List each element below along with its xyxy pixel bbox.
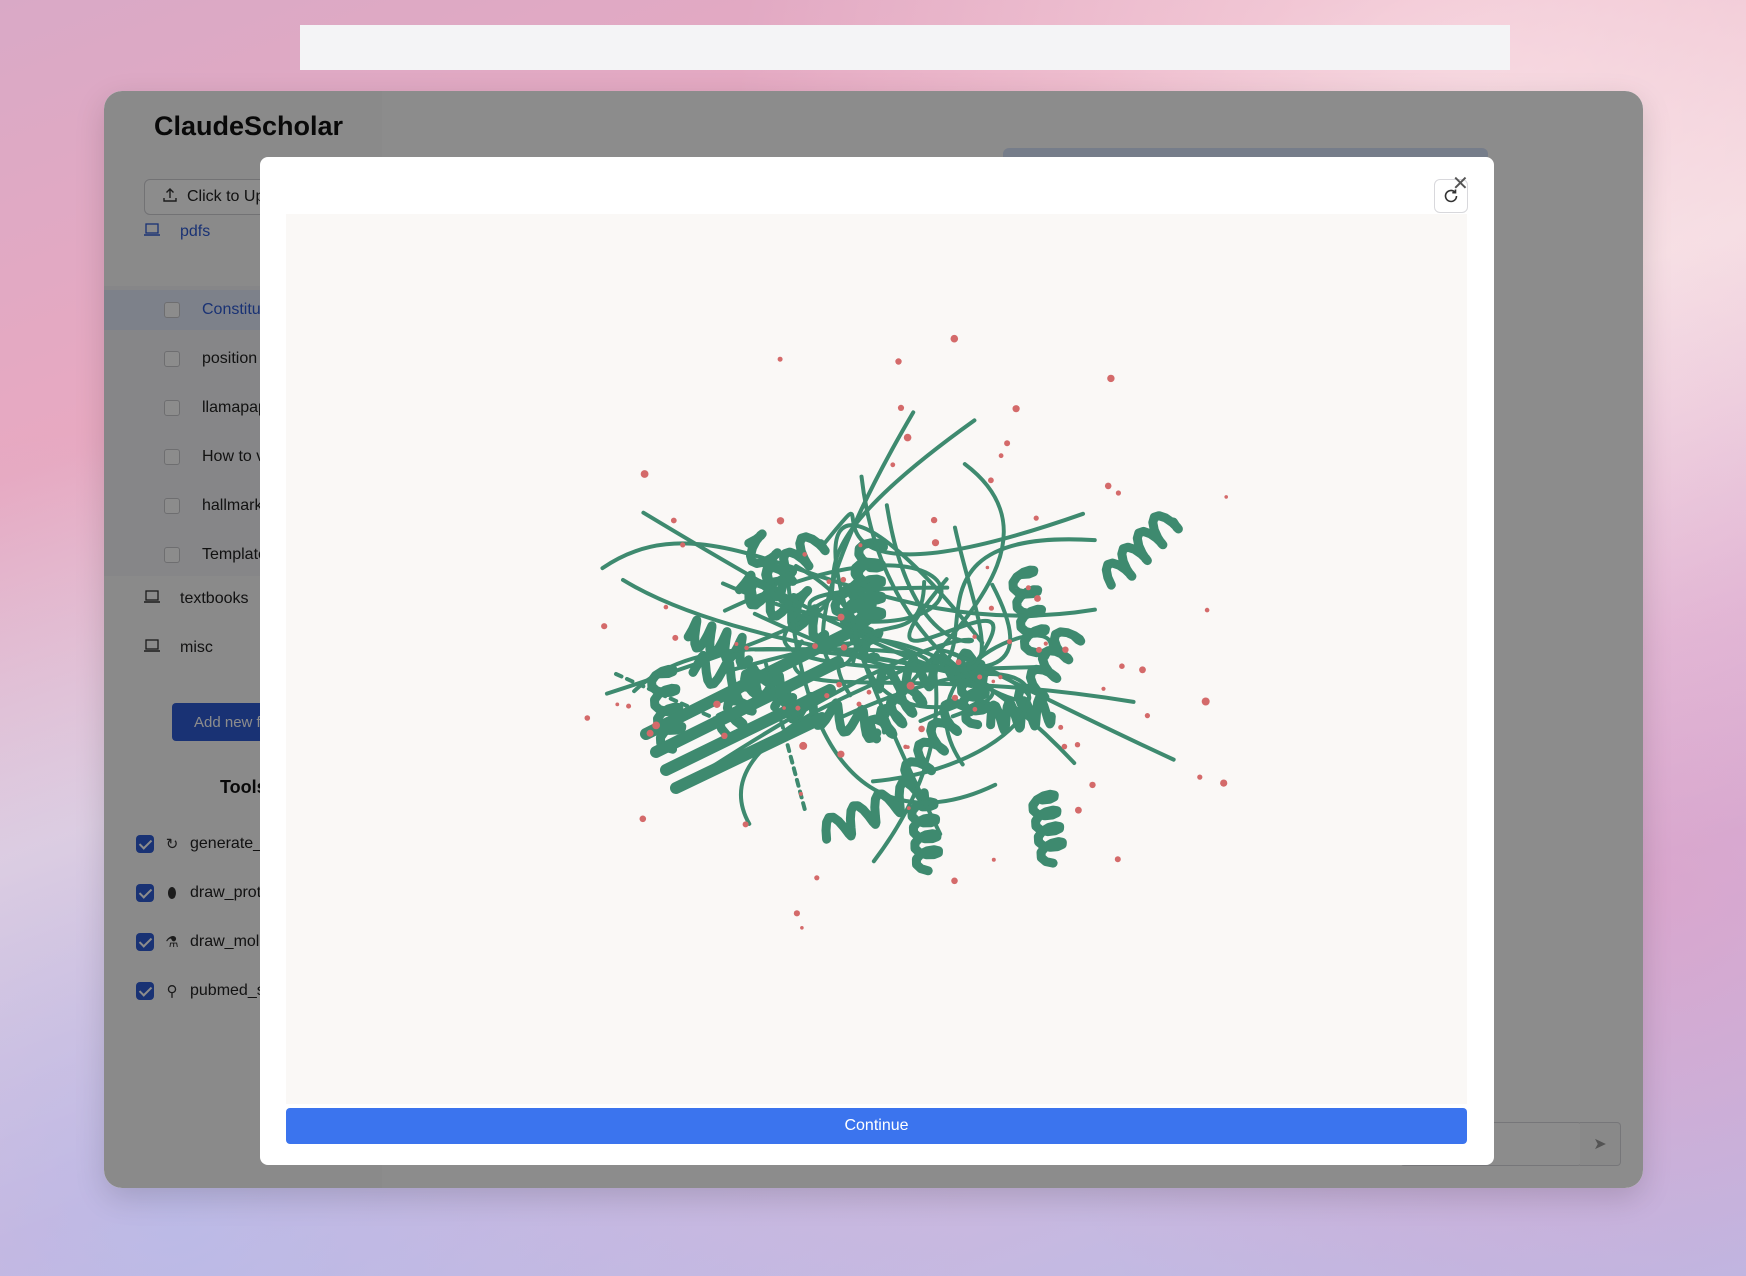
water-molecule [734, 642, 739, 646]
water-molecule [626, 703, 632, 709]
water-molecule [639, 815, 647, 823]
water-molecule [640, 470, 649, 478]
water-molecule [988, 605, 995, 611]
water-molecule [1201, 697, 1210, 706]
water-molecule [1004, 440, 1011, 447]
water-molecule [802, 552, 807, 557]
water-molecule [812, 643, 818, 649]
water-molecule [837, 750, 845, 758]
water-molecule [991, 679, 996, 684]
water-molecule [1197, 774, 1203, 780]
water-molecule [1204, 607, 1210, 613]
water-molecule [1036, 646, 1042, 653]
water-molecule [1007, 639, 1012, 645]
water-molecule [972, 634, 977, 639]
water-molecule [1075, 806, 1082, 814]
water-molecule [721, 732, 728, 739]
water-molecule [670, 517, 677, 524]
helix-ribbon [907, 797, 943, 876]
water-molecule [1033, 515, 1039, 521]
water-molecule [824, 693, 830, 699]
water-molecule [680, 542, 686, 548]
helix-ribbon [1101, 511, 1183, 590]
water-molecule [1104, 482, 1112, 490]
water-molecule [1012, 405, 1020, 413]
water-molecule [601, 623, 608, 630]
protein-viewer-modal: ✕ Continue [260, 157, 1494, 1165]
water-molecule [1144, 713, 1150, 719]
water-molecule [991, 857, 996, 862]
water-molecule [776, 517, 785, 525]
close-icon[interactable]: ✕ [1452, 174, 1469, 194]
water-molecule [1025, 585, 1031, 591]
helix-ribbon [1008, 565, 1050, 658]
water-molecule [1115, 490, 1121, 496]
water-molecule [918, 725, 925, 733]
water-molecule [1034, 595, 1041, 602]
water-molecule [1220, 779, 1228, 787]
water-molecule [814, 875, 820, 881]
water-molecule [1062, 646, 1069, 653]
water-molecule [798, 791, 803, 796]
water-molecule [1089, 781, 1096, 789]
water-molecule [906, 806, 911, 810]
water-molecule [1224, 495, 1228, 499]
water-molecule [837, 613, 845, 621]
water-molecule [615, 702, 620, 707]
water-molecule [903, 744, 908, 749]
water-molecule [713, 700, 721, 708]
water-molecule [998, 675, 1003, 680]
water-molecule [988, 477, 994, 484]
water-molecule [1107, 374, 1115, 383]
water-molecule [950, 334, 959, 343]
helix-ribbon [1028, 789, 1067, 868]
water-molecule [897, 404, 905, 411]
water-molecule [931, 539, 940, 547]
water-molecule [800, 926, 804, 930]
water-molecule [742, 821, 749, 828]
water-molecule [1101, 686, 1106, 691]
continue-button[interactable]: Continue [286, 1108, 1467, 1144]
water-molecule [866, 689, 872, 695]
water-molecule [744, 645, 749, 651]
water-molecule [672, 634, 679, 641]
water-molecule [836, 681, 843, 688]
chat-header [300, 25, 1510, 70]
water-molecule [646, 729, 654, 737]
water-molecule [1139, 666, 1146, 674]
water-molecule [652, 721, 660, 730]
water-molecule [903, 433, 912, 442]
water-molecule [1058, 724, 1064, 730]
water-molecule [1114, 856, 1121, 863]
water-molecule [890, 462, 896, 468]
water-molecule [998, 453, 1004, 459]
water-molecule [795, 705, 801, 711]
water-molecule [930, 516, 938, 524]
water-molecule [895, 358, 902, 365]
water-molecule [972, 706, 978, 712]
water-molecule [856, 701, 862, 707]
water-molecule [826, 579, 832, 585]
water-molecule [1061, 743, 1068, 750]
water-molecule [777, 356, 783, 362]
water-molecule [955, 659, 962, 666]
water-molecule [799, 741, 808, 750]
protein-structure [584, 334, 1228, 930]
protein-3d-viewer[interactable] [286, 214, 1467, 1104]
water-molecule [951, 877, 958, 885]
water-molecule [663, 604, 669, 610]
water-molecule [584, 715, 591, 721]
water-molecule [977, 674, 983, 680]
water-molecule [858, 543, 863, 548]
water-molecule [1119, 663, 1125, 669]
water-molecule [951, 694, 959, 701]
water-molecule [1074, 742, 1081, 748]
water-molecule [840, 644, 848, 651]
water-molecule [906, 681, 915, 690]
water-molecule [793, 910, 800, 917]
water-molecule [985, 565, 990, 570]
water-molecule [782, 706, 786, 710]
water-molecule [840, 576, 847, 583]
water-molecule [1043, 641, 1048, 646]
